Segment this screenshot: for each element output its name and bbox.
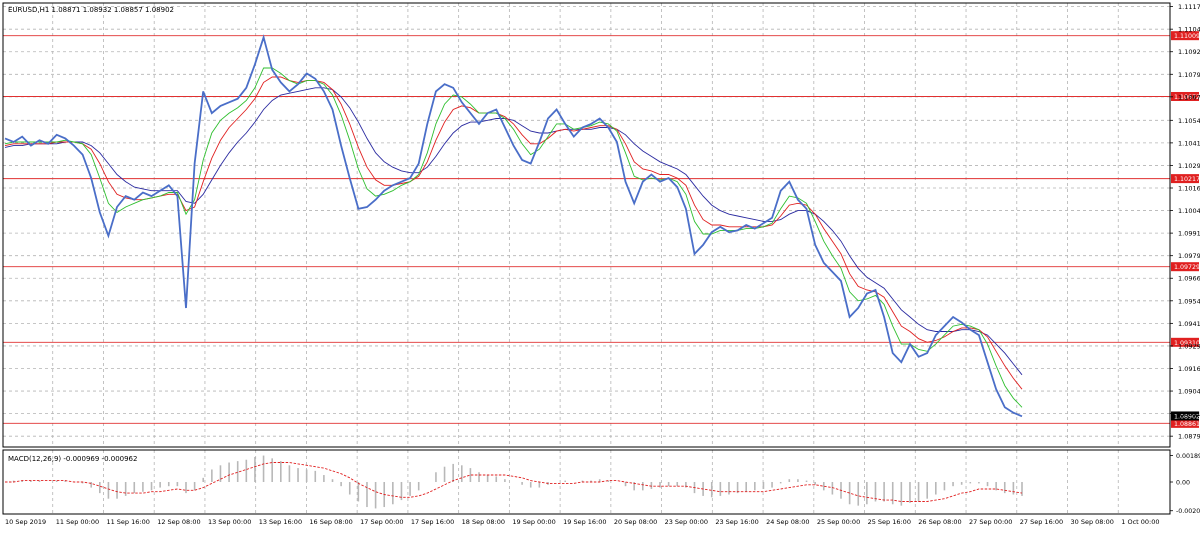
- price-tick-label: 1.09915: [1178, 230, 1200, 238]
- time-tick-label: 27 Sep 00:00: [969, 518, 1012, 526]
- price-tick-label: 1.08790: [1178, 433, 1200, 441]
- price-tick-label: 1.09790: [1178, 252, 1200, 260]
- time-tick-label: 24 Sep 08:00: [766, 518, 809, 526]
- time-tick-label: 13 Sep 00:00: [208, 518, 251, 526]
- price-tick-label: 1.10920: [1178, 48, 1200, 56]
- price-tick-label: 1.09040: [1178, 388, 1200, 396]
- time-tick-label: 26 Sep 08:00: [918, 518, 961, 526]
- chart-background: [0, 0, 1200, 531]
- price-tick-label: 1.08915: [1178, 410, 1200, 418]
- level-label: 1.08861: [1174, 421, 1200, 428]
- level-label: 1.10217: [1174, 176, 1200, 183]
- price-tick-label: 1.09165: [1178, 365, 1200, 373]
- time-tick-label: 19 Sep 00:00: [512, 518, 555, 526]
- price-tick-label: 1.09290: [1178, 342, 1200, 350]
- symbol-info: EURUSD,H1 1.08871 1.08932 1.08857 1.0890…: [8, 6, 174, 14]
- level-label: 1.09729: [1174, 264, 1200, 271]
- time-tick-label: 25 Sep 00:00: [817, 518, 860, 526]
- time-tick-label: 17 Sep 16:00: [411, 518, 454, 526]
- price-tick-label: 1.10165: [1178, 185, 1200, 193]
- time-tick-label: 1 Oct 00:00: [1121, 518, 1159, 526]
- time-tick-label: 25 Sep 16:00: [868, 518, 911, 526]
- price-tick-label: 1.10670: [1178, 93, 1200, 101]
- price-tick-label: 1.11045: [1178, 26, 1200, 34]
- time-tick-label: 23 Sep 16:00: [715, 518, 758, 526]
- time-tick-label: 27 Sep 16:00: [1020, 518, 1063, 526]
- level-label: 1.11009: [1174, 33, 1200, 40]
- time-tick-label: 13 Sep 16:00: [259, 518, 302, 526]
- time-tick-label: 30 Sep 08:00: [1071, 518, 1114, 526]
- price-tick-label: 1.11170: [1178, 3, 1200, 11]
- price-tick-label: 1.09665: [1178, 275, 1200, 283]
- time-tick-label: 10 Sep 2019: [5, 518, 46, 526]
- macd-label: MACD(12,26,9) -0.000969 -0.000962: [8, 455, 137, 463]
- macd-tick-label: 0.00: [1176, 480, 1190, 487]
- chart-window: 1.11009 1.10672 1.10217 1.09729 1.09310 1.088…: [0, 0, 1200, 531]
- price-tick-label: 1.10540: [1178, 117, 1200, 125]
- macd-tick-label: -0.002065: [1176, 508, 1200, 515]
- time-tick-label: 11 Sep 00:00: [56, 518, 99, 526]
- price-tick-label: 1.10040: [1178, 207, 1200, 215]
- time-tick-label: 17 Sep 00:00: [360, 518, 403, 526]
- time-tick-label: 18 Sep 08:00: [462, 518, 505, 526]
- time-tick-label: 11 Sep 16:00: [106, 518, 149, 526]
- price-tick-label: 1.10415: [1178, 139, 1200, 147]
- price-tick-label: 1.10290: [1178, 162, 1200, 170]
- price-tick-label: 1.10795: [1178, 71, 1200, 79]
- price-tick-label: 1.09415: [1178, 320, 1200, 328]
- price-tick-label: 1.09540: [1178, 297, 1200, 305]
- time-tick-label: 19 Sep 16:00: [563, 518, 606, 526]
- time-tick-label: 16 Sep 08:00: [309, 518, 352, 526]
- time-tick-label: 12 Sep 08:00: [157, 518, 200, 526]
- price-chart[interactable]: 1.110091.106721.102171.097291.093101.088…: [0, 0, 1200, 531]
- macd-tick-label: 0.001899: [1176, 453, 1200, 460]
- time-tick-label: 23 Sep 00:00: [665, 518, 708, 526]
- time-tick-label: 20 Sep 08:00: [614, 518, 657, 526]
